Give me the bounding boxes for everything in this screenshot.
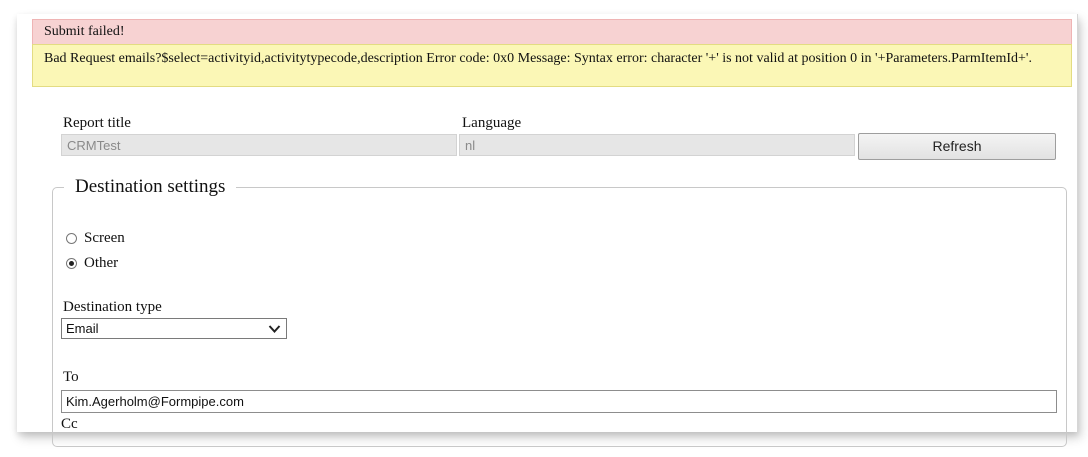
error-detail-text: Bad Request emails?$select=activityid,ac… [44, 51, 1032, 66]
destination-type-label: Destination type [63, 299, 162, 315]
language-value: nl [465, 138, 476, 153]
error-title: Submit failed! [44, 24, 125, 39]
to-input[interactable]: Kim.Agerholm@Formpipe.com [61, 390, 1057, 413]
chevron-down-icon [268, 322, 281, 337]
language-label: Language [462, 115, 522, 131]
radio-other[interactable] [66, 257, 77, 269]
error-detail-banner: Bad Request emails?$select=activityid,ac… [32, 44, 1072, 87]
report-title-field[interactable]: CRMTest [61, 134, 457, 156]
radio-screen-option[interactable]: Screen [66, 228, 125, 248]
destination-type-select[interactable]: Email [61, 318, 287, 339]
report-title-value: CRMTest [67, 138, 121, 153]
language-field[interactable]: nl [459, 134, 855, 156]
to-value: Kim.Agerholm@Formpipe.com [66, 394, 244, 409]
cc-label-clip: Cc [61, 415, 101, 432]
cc-label: Cc [61, 416, 78, 432]
radio-other-label: Other [84, 254, 119, 271]
radio-screen[interactable] [66, 232, 77, 244]
report-title-label: Report title [63, 115, 131, 131]
radio-other-option[interactable]: Other [66, 253, 118, 273]
to-label: To [63, 369, 79, 385]
refresh-button-label: Refresh [932, 138, 982, 154]
radio-screen-label: Screen [84, 229, 125, 246]
destination-type-value: Email [66, 321, 99, 336]
refresh-button[interactable]: Refresh [858, 133, 1056, 160]
destination-settings-legend: Destination settings [64, 176, 237, 198]
